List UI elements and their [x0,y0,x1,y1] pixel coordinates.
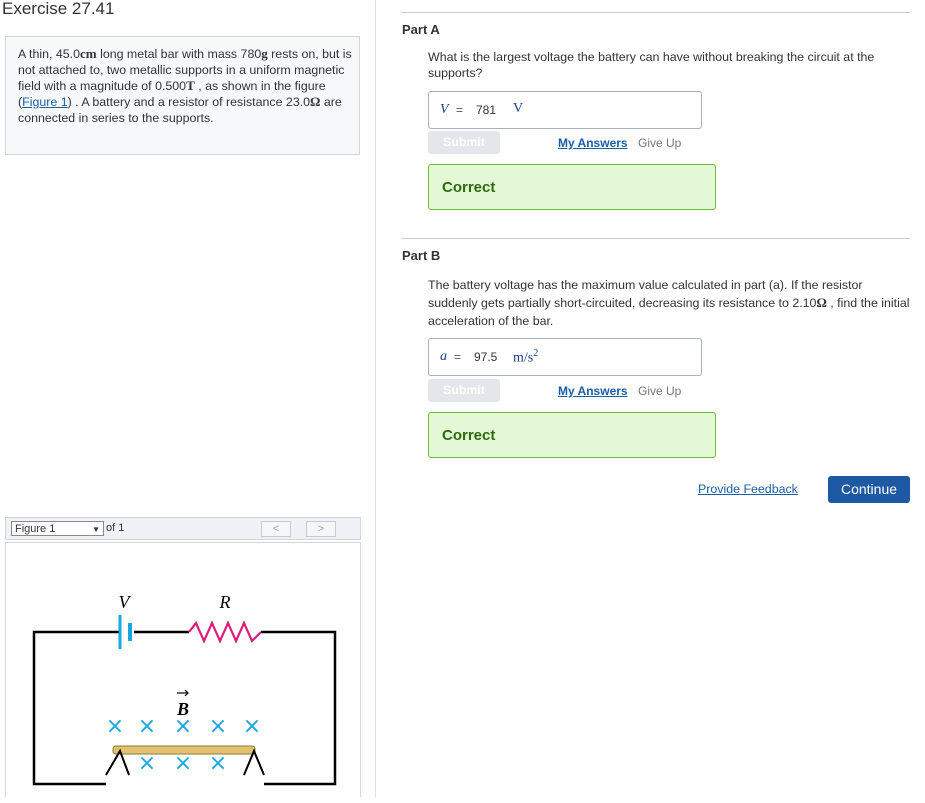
part-a-label: Part A [402,22,440,37]
unit-T: T [186,78,195,93]
left-support [105,748,130,776]
unit-cm: cm [80,46,97,61]
column-divider [375,0,376,797]
figure-navigation-bar: Figure 1 ▼ of 1 < > [5,517,361,540]
chevron-right-icon: > [317,523,325,535]
part-b-submit-button[interactable]: Submit [428,379,500,402]
resistor-label: R [219,592,231,612]
field-cross-icon: × [243,714,261,739]
next-figure-button[interactable]: > [306,521,336,537]
figure-select-value: Figure 1 [15,523,56,535]
previous-figure-button[interactable]: < [261,521,291,537]
part-a-result-box: Correct [428,164,716,210]
metal-bar [112,745,256,755]
part-a-question: What is the largest voltage the battery … [428,50,875,80]
part-b-result-box: Correct [428,412,716,458]
part-b-separator [401,238,910,239]
right-support [243,748,265,776]
equals-sign: = [456,103,464,117]
field-cross-icon: × [209,751,227,776]
part-b-question-segment: The battery voltage has the maximum valu… [428,278,863,310]
part-b-answer-field[interactable]: a = 97.5 m/s2 [428,338,702,376]
battery-label: V [119,592,132,612]
part-a-my-answers-button[interactable]: My Answers [558,136,628,150]
problem-text-segment: ) . A battery and a resistor of resistan… [67,95,311,109]
figure-link[interactable]: Figure 1 [22,95,67,109]
answer-unit-exponent: 2 [533,348,539,359]
answer-variable: a [440,349,447,364]
problem-text-segment: long metal bar with mass 780 [96,47,262,61]
part-a-result-text: Correct [442,179,496,196]
answer-variable: V [440,102,449,117]
magnetic-field-crosses: × × × × × × × × [106,714,261,776]
field-cross-icon: × [138,714,156,739]
part-a-answer-field[interactable]: V = 781 V [428,91,702,129]
field-cross-icon: × [138,751,156,776]
answer-unit-base: m/s [513,350,534,366]
part-b-result-text: Correct [442,427,496,444]
answer-unit: m/s2 [513,348,538,367]
field-cross-icon: × [209,714,227,739]
part-b-my-answers-button[interactable]: My Answers [558,384,628,398]
field-cross-icon: × [106,714,124,739]
unit-ohm: Ω [816,295,827,310]
figure-count: of 1 [106,522,125,534]
part-a-give-up-button[interactable]: Give Up [638,136,681,150]
circuit-wire [32,630,119,786]
circuit-diagram: V R B × × × × ×× × × [32,592,337,786]
field-cross-icon: × [174,714,192,739]
equals-sign: = [454,350,462,364]
part-a-submit-button[interactable]: Submit [428,131,500,154]
part-b-label: Part B [402,248,441,263]
field-cross-icon: × [174,751,192,776]
answer-unit: V [513,101,524,116]
resistor-zigzag [188,620,262,644]
answer-value: 97.5 [474,350,498,364]
chevron-left-icon: < [272,523,280,535]
continue-button[interactable]: Continue [828,476,910,503]
part-b-question: The battery voltage has the maximum valu… [428,276,914,330]
problem-statement-box: A thin, 45.0cm long metal bar with mass … [5,36,360,155]
figure-panel: V R B × × × × × × × × [5,542,361,797]
provide-feedback-link[interactable]: Provide Feedback [698,482,798,496]
figure-select[interactable]: Figure 1 ▼ [11,521,104,536]
problem-text-segment: A thin, 45.0 [18,47,81,61]
part-b-give-up-button[interactable]: Give Up [638,384,681,398]
circuit-wire [261,630,337,786]
problem-text: A thin, 45.0cm long metal bar with mass … [18,46,352,126]
chevron-down-icon: ▼ [92,525,100,534]
exercise-title: Exercise 27.41 [2,0,115,18]
unit-ohm: Ω [310,94,321,109]
answer-value: 781 [476,103,497,117]
part-a-separator [401,12,910,13]
